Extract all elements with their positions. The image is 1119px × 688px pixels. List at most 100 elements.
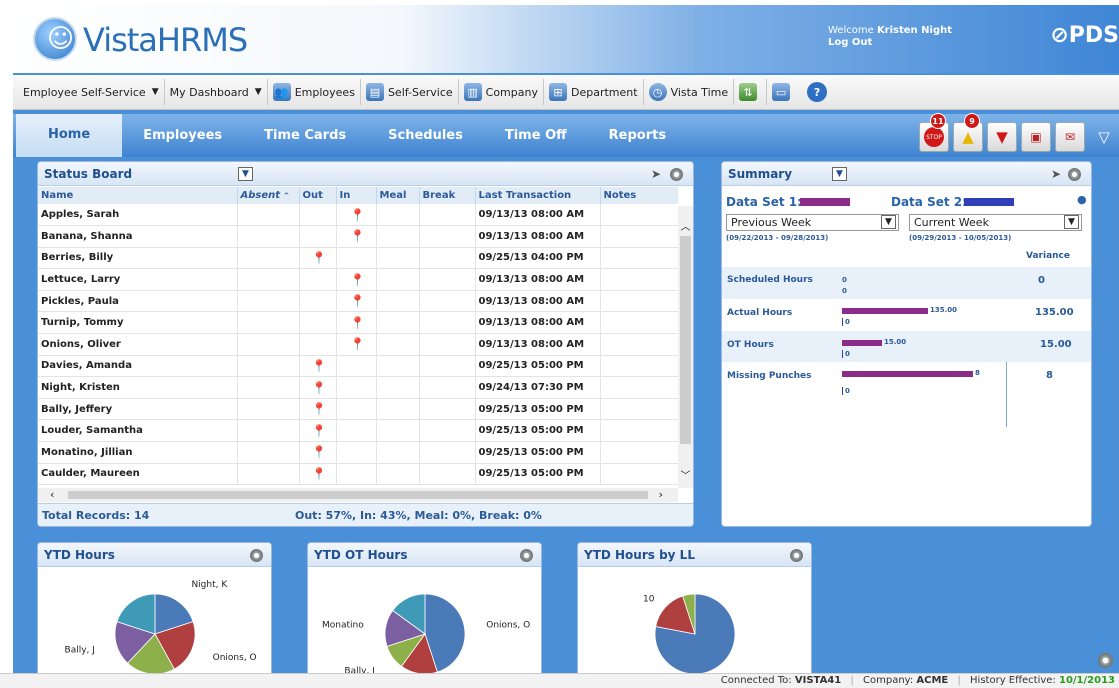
toolbar-window[interactable]: ▭: [767, 79, 799, 105]
stop-alert-button[interactable]: STOP 11: [919, 113, 949, 152]
toolbar-employees[interactable]: 👥 Employees: [268, 79, 361, 105]
cell-notes: [600, 225, 678, 248]
row-ds2-value: 0: [842, 318, 850, 326]
caret-down-icon: ▼: [254, 87, 262, 97]
col-out[interactable]: Out: [299, 187, 337, 204]
table-row[interactable]: Apples, Sarah 📍 09/13/13 08:00 AM: [38, 204, 678, 227]
cell-out: 📍: [299, 398, 337, 421]
cell-absent: [237, 247, 300, 270]
more-menu-button[interactable]: ▽: [1089, 122, 1119, 152]
down-alert-button[interactable]: ▼: [987, 122, 1017, 152]
vista-hrms-logo[interactable]: ☺ VistaHRMS: [33, 15, 263, 65]
cell-last-transaction: 09/13/13 08:00 AM: [475, 268, 601, 291]
toolbar-label: Company: [485, 85, 538, 99]
toolbar-department[interactable]: ⊞ Department: [544, 79, 644, 105]
toolbar-vista-time[interactable]: ◷ Vista Time: [644, 79, 735, 105]
warning-alert-button[interactable]: ▲ 9: [953, 113, 983, 152]
cell-out: 📍: [299, 463, 337, 486]
table-row[interactable]: Louder, Samantha 📍 09/25/13 05:00 PM: [38, 419, 678, 443]
cell-meal: [376, 311, 420, 335]
table-row[interactable]: Onions, Oliver 📍 09/13/13 08:00 AM: [38, 333, 678, 356]
pie-value-label: 10: [643, 594, 655, 604]
cell-last-transaction: 09/13/13 08:00 AM: [475, 204, 601, 227]
mailbox-button[interactable]: ✉: [1055, 122, 1085, 152]
chevron-down-icon[interactable]: ▼: [238, 166, 253, 181]
scroll-right-icon[interactable]: ›: [659, 488, 663, 501]
logout-link[interactable]: Log Out: [828, 37, 872, 48]
chevron-down-icon[interactable]: ▼: [832, 166, 847, 181]
employee-self-service-menu[interactable]: Employee Self-Service ▼: [18, 79, 165, 105]
gear-icon[interactable]: [670, 168, 683, 181]
main-nav: Home Employees Time Cards Schedules Time…: [13, 113, 1119, 157]
cell-name: Onions, Oliver: [38, 333, 238, 356]
col-meal[interactable]: Meal: [376, 187, 420, 204]
toolbar-transfer[interactable]: ⇅: [734, 79, 768, 105]
pdf-icon: ▣: [1030, 130, 1042, 144]
toolbar-company[interactable]: ▥ Company: [459, 79, 544, 105]
cell-in: [336, 419, 377, 443]
cell-break: [419, 333, 476, 356]
gear-icon[interactable]: [1068, 168, 1081, 181]
gear-icon[interactable]: [250, 549, 263, 562]
scroll-down-icon[interactable]: ﹀: [678, 467, 693, 482]
cell-last-transaction: 09/13/13 08:00 AM: [475, 333, 601, 356]
table-row[interactable]: Pickles, Paula 📍 09/13/13 08:00 AM: [38, 290, 678, 313]
toolbar-self-service[interactable]: ▤ Self-Service: [361, 79, 459, 105]
table-row[interactable]: Monatino, Jillian 📍 09/25/13 05:00 PM: [38, 441, 678, 464]
cell-absent: [237, 225, 300, 248]
red-pin-icon: 📍: [311, 423, 327, 438]
help-icon[interactable]: ?: [807, 82, 828, 102]
cell-name: Caulder, Maureen: [38, 463, 238, 486]
pie-label: Monatino: [322, 620, 364, 630]
tab-schedules[interactable]: Schedules: [367, 114, 484, 157]
cell-notes: [600, 398, 678, 421]
scroll-left-icon[interactable]: ‹: [50, 488, 54, 501]
table-row[interactable]: Davies, Amanda 📍 09/25/13 05:00 PM: [38, 355, 678, 378]
tab-time-off[interactable]: Time Off: [484, 114, 588, 157]
col-break[interactable]: Break: [419, 187, 476, 204]
col-notes[interactable]: Notes: [600, 187, 678, 204]
table-row[interactable]: Bally, Jeffery 📍 09/25/13 05:00 PM: [38, 398, 678, 421]
col-name[interactable]: Name: [38, 187, 238, 204]
col-in[interactable]: In: [336, 187, 377, 204]
gear-icon[interactable]: [790, 549, 803, 562]
pin-panel-icon[interactable]: ➤: [651, 167, 661, 181]
cell-in: 📍: [336, 268, 377, 291]
col-last-transaction[interactable]: Last Transaction: [475, 187, 601, 204]
cell-notes: [600, 268, 678, 291]
row-ds2-value: 0: [842, 350, 850, 358]
dashboard-settings-icon[interactable]: [1098, 653, 1113, 668]
tab-employees[interactable]: Employees: [122, 114, 243, 157]
table-row[interactable]: Lettuce, Larry 📍 09/13/13 08:00 AM: [38, 268, 678, 291]
ds2-select[interactable]: Current Week ▼: [909, 214, 1082, 231]
pin-panel-icon[interactable]: ➤: [1051, 167, 1061, 181]
scroll-up-icon[interactable]: ︿: [678, 218, 693, 233]
tab-home[interactable]: Home: [16, 114, 123, 157]
cell-out: [299, 311, 337, 335]
col-absent[interactable]: Absent ^: [237, 187, 300, 204]
table-row[interactable]: Turnip, Tommy 📍 09/13/13 08:00 AM: [38, 311, 678, 335]
cell-in: [336, 247, 377, 270]
welcome-block: Welcome Kristen Night Log Out: [828, 25, 952, 49]
table-row[interactable]: Berries, Billy 📍 09/25/13 04:00 PM: [38, 247, 678, 270]
scroll-h-thumb[interactable]: [68, 491, 648, 499]
horizontal-scrollbar[interactable]: ‹ ›: [38, 488, 678, 502]
tab-reports[interactable]: Reports: [588, 114, 687, 157]
cell-notes: [600, 463, 678, 486]
scroll-thumb[interactable]: [680, 236, 691, 444]
cell-break: [419, 463, 476, 486]
vertical-scrollbar[interactable]: ︿ ﹀: [678, 206, 693, 488]
pdf-report-button[interactable]: ▣: [1021, 122, 1051, 152]
my-dashboard-menu[interactable]: My Dashboard ▼: [165, 79, 268, 105]
table-row[interactable]: Caulder, Maureen 📍 09/25/13 05:00 PM: [38, 463, 678, 486]
cell-meal: [376, 419, 420, 443]
table-row[interactable]: Night, Kristen 📍 09/24/13 07:30 PM: [38, 376, 678, 399]
table-row[interactable]: Banana, Shanna 📍 09/13/13 08:00 AM: [38, 225, 678, 248]
tab-time-cards[interactable]: Time Cards: [243, 114, 367, 157]
gear-icon[interactable]: [520, 549, 533, 562]
globe-icon[interactable]: ●: [1077, 193, 1087, 206]
cell-absent: [237, 333, 300, 356]
variance-header: Variance: [1026, 251, 1070, 261]
status-table-wrap[interactable]: Name Absent ^ Out In Meal Break Last Tra…: [38, 187, 678, 487]
ds1-select[interactable]: Previous Week ▼: [726, 214, 899, 231]
